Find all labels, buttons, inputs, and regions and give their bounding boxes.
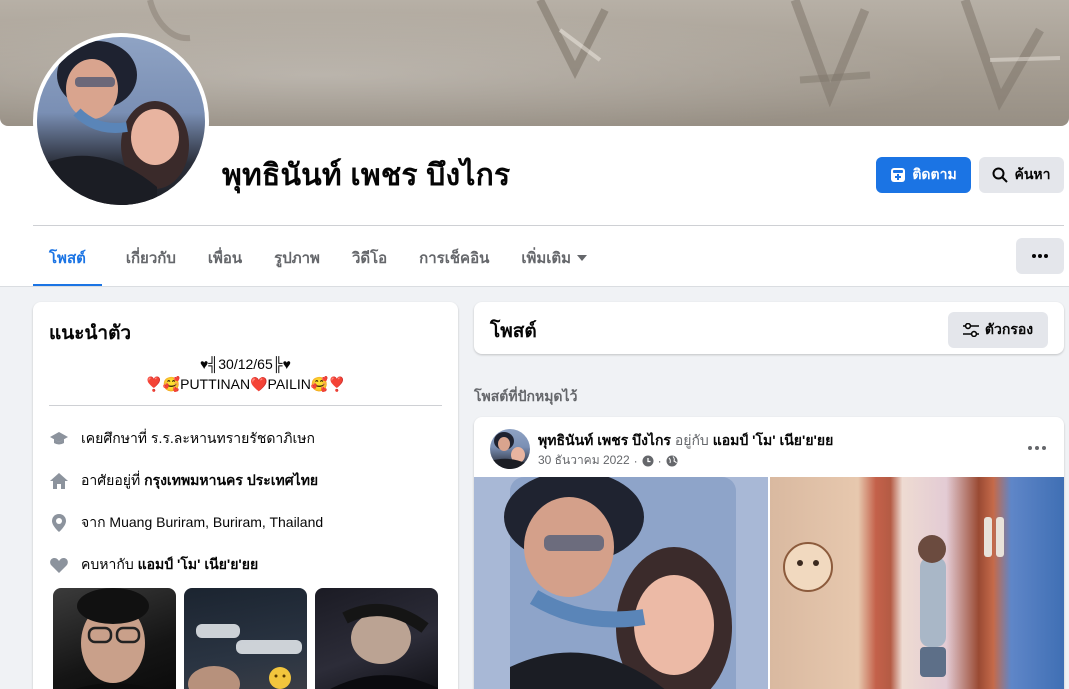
search-button[interactable]: ค้นหา bbox=[979, 157, 1064, 193]
education-row: เคยศึกษาที่ ร.ร.ละหานทรายรัชดาภิเษก bbox=[49, 428, 315, 450]
lives-in-text: อาศัยอยู่ที่ กรุงเทพมหานคร ประเทศไทย bbox=[81, 470, 318, 492]
tab-friends[interactable]: เพื่อน bbox=[192, 232, 258, 284]
relationship-partner-link[interactable]: แอมป์ 'โม' เนีย'ย'ยย bbox=[138, 556, 259, 572]
post-photo-2[interactable] bbox=[770, 477, 1064, 689]
posts-title: โพสต์ bbox=[490, 321, 537, 342]
post-with-text: อยู่กับ bbox=[670, 432, 713, 448]
post-author-link[interactable]: พุทธินันท์ เพชร บึงไกร bbox=[538, 432, 671, 448]
tab-friends-label: เพื่อน bbox=[207, 250, 243, 267]
post-photo-1[interactable] bbox=[474, 477, 768, 689]
education-text: เคยศึกษาที่ ร.ร.ละหานทรายรัชดาภิเษก bbox=[81, 430, 316, 446]
post-meta-separator: · bbox=[633, 453, 638, 468]
post-header-line: พุทธินันท์ เพชร บึงไกร อยู่กับ แอมป์ 'โม… bbox=[538, 430, 833, 452]
clock-icon bbox=[642, 455, 654, 466]
chevron-down-icon bbox=[577, 255, 588, 261]
more-dots-icon bbox=[1032, 254, 1048, 258]
post-meta-separator-2: · bbox=[657, 453, 662, 468]
post-tagged-link[interactable]: แอมป์ 'โม' เนีย'ย'ยย bbox=[713, 432, 834, 448]
intro-divider bbox=[49, 405, 442, 406]
tab-more-label: เพิ่มเติม bbox=[521, 250, 572, 267]
tab-about-label: เกี่ยวกับ bbox=[125, 250, 176, 267]
intro-card: แนะนำตัว ♥╣30/12/65╠♥ ❣️🥰PUTTINAN❤️PAILI… bbox=[33, 302, 458, 689]
more-options-button[interactable] bbox=[1016, 238, 1064, 274]
pinned-post: พุทธินันท์ เพชร บึงไกร อยู่กับ แอมป์ 'โม… bbox=[474, 417, 1064, 689]
tab-about[interactable]: เกี่ยวกับ bbox=[110, 232, 192, 284]
follow-button[interactable]: ติดตาม bbox=[876, 157, 971, 193]
from-row: จาก Muang Buriram, Buriram, Thailand bbox=[49, 512, 323, 534]
location-pin-icon bbox=[52, 514, 66, 532]
tab-photos[interactable]: รูปภาพ bbox=[258, 232, 336, 284]
posts-header-card: โพสต์ ตัวกรอง bbox=[474, 302, 1064, 354]
tab-videos-label: วิดีโอ bbox=[351, 250, 388, 267]
bio: ♥╣30/12/65╠♥ ❣️🥰PUTTINAN❤️PAILIN🥰❣️ bbox=[33, 354, 458, 394]
post-meta: 30 ธันวาคม 2022 · · bbox=[538, 451, 678, 470]
profile-header: พุทธินันท์ เพชร บึงไกร ติดตาม ค้นหา โพสต… bbox=[0, 0, 1069, 287]
post-options-button[interactable] bbox=[1028, 435, 1046, 454]
header-bottom-border bbox=[0, 286, 1069, 287]
header-divider bbox=[33, 225, 1064, 226]
relationship-text: คบหากับ แอมป์ 'โม' เนีย'ย'ยย bbox=[81, 554, 258, 576]
featured-photo-2[interactable] bbox=[184, 588, 307, 689]
tab-check-ins[interactable]: การเช็คอิน bbox=[403, 232, 505, 284]
lives-in-row: อาศัยอยู่ที่ กรุงเทพมหานคร ประเทศไทย bbox=[49, 470, 318, 492]
more-dots-icon bbox=[1028, 446, 1046, 450]
filter-button-label: ตัวกรอง bbox=[984, 321, 1034, 337]
tab-posts[interactable]: โพสต์ bbox=[33, 232, 102, 287]
featured-photo-3[interactable] bbox=[315, 588, 438, 689]
post-date-link[interactable]: 30 ธันวาคม 2022 bbox=[538, 451, 630, 470]
lives-in-place-link[interactable]: กรุงเทพมหานคร ประเทศไทย bbox=[144, 472, 318, 488]
filter-icon bbox=[962, 323, 979, 337]
graduation-cap-icon bbox=[50, 432, 68, 445]
bio-line-2: ❣️🥰PUTTINAN❤️PAILIN🥰❣️ bbox=[145, 376, 346, 392]
profile-picture[interactable] bbox=[33, 33, 209, 209]
profile-tabs: โพสต์ เกี่ยวกับ เพื่อน รูปภาพ วิดีโอ การ… bbox=[33, 232, 603, 287]
heart-icon bbox=[50, 558, 68, 573]
profile-avatar-image bbox=[37, 37, 205, 205]
follow-button-label: ติดตาม bbox=[912, 166, 957, 182]
search-button-label: ค้นหา bbox=[1014, 166, 1051, 182]
tab-posts-label: โพสต์ bbox=[49, 250, 86, 267]
relationship-row: คบหากับ แอมป์ 'โม' เนีย'ย'ยย bbox=[49, 554, 258, 576]
follow-icon bbox=[891, 168, 906, 182]
tab-more[interactable]: เพิ่มเติม bbox=[505, 232, 603, 284]
lives-in-prefix: อาศัยอยู่ที่ bbox=[81, 472, 145, 488]
pinned-posts-label: โพสต์ที่ปักหมุดไว้ bbox=[474, 388, 578, 404]
globe-icon[interactable] bbox=[666, 455, 678, 467]
profile-name: พุทธินันท์ เพชร บึงไกร bbox=[222, 159, 511, 192]
tab-check-ins-label: การเช็คอิน bbox=[419, 250, 490, 267]
post-author-avatar[interactable] bbox=[490, 429, 530, 469]
featured-photo-1[interactable] bbox=[53, 588, 176, 689]
filter-button[interactable]: ตัวกรอง bbox=[948, 312, 1048, 348]
featured-photos bbox=[53, 588, 438, 689]
tab-photos-label: รูปภาพ bbox=[274, 250, 320, 267]
intro-title: แนะนำตัว bbox=[49, 323, 132, 344]
from-text: จาก Muang Buriram, Buriram, Thailand bbox=[81, 514, 324, 530]
tab-videos[interactable]: วิดีโอ bbox=[336, 232, 403, 284]
bio-line-1: ♥╣30/12/65╠♥ bbox=[200, 356, 291, 372]
relationship-prefix: คบหากับ bbox=[81, 556, 138, 572]
search-icon bbox=[992, 167, 1009, 183]
home-icon bbox=[50, 473, 68, 489]
